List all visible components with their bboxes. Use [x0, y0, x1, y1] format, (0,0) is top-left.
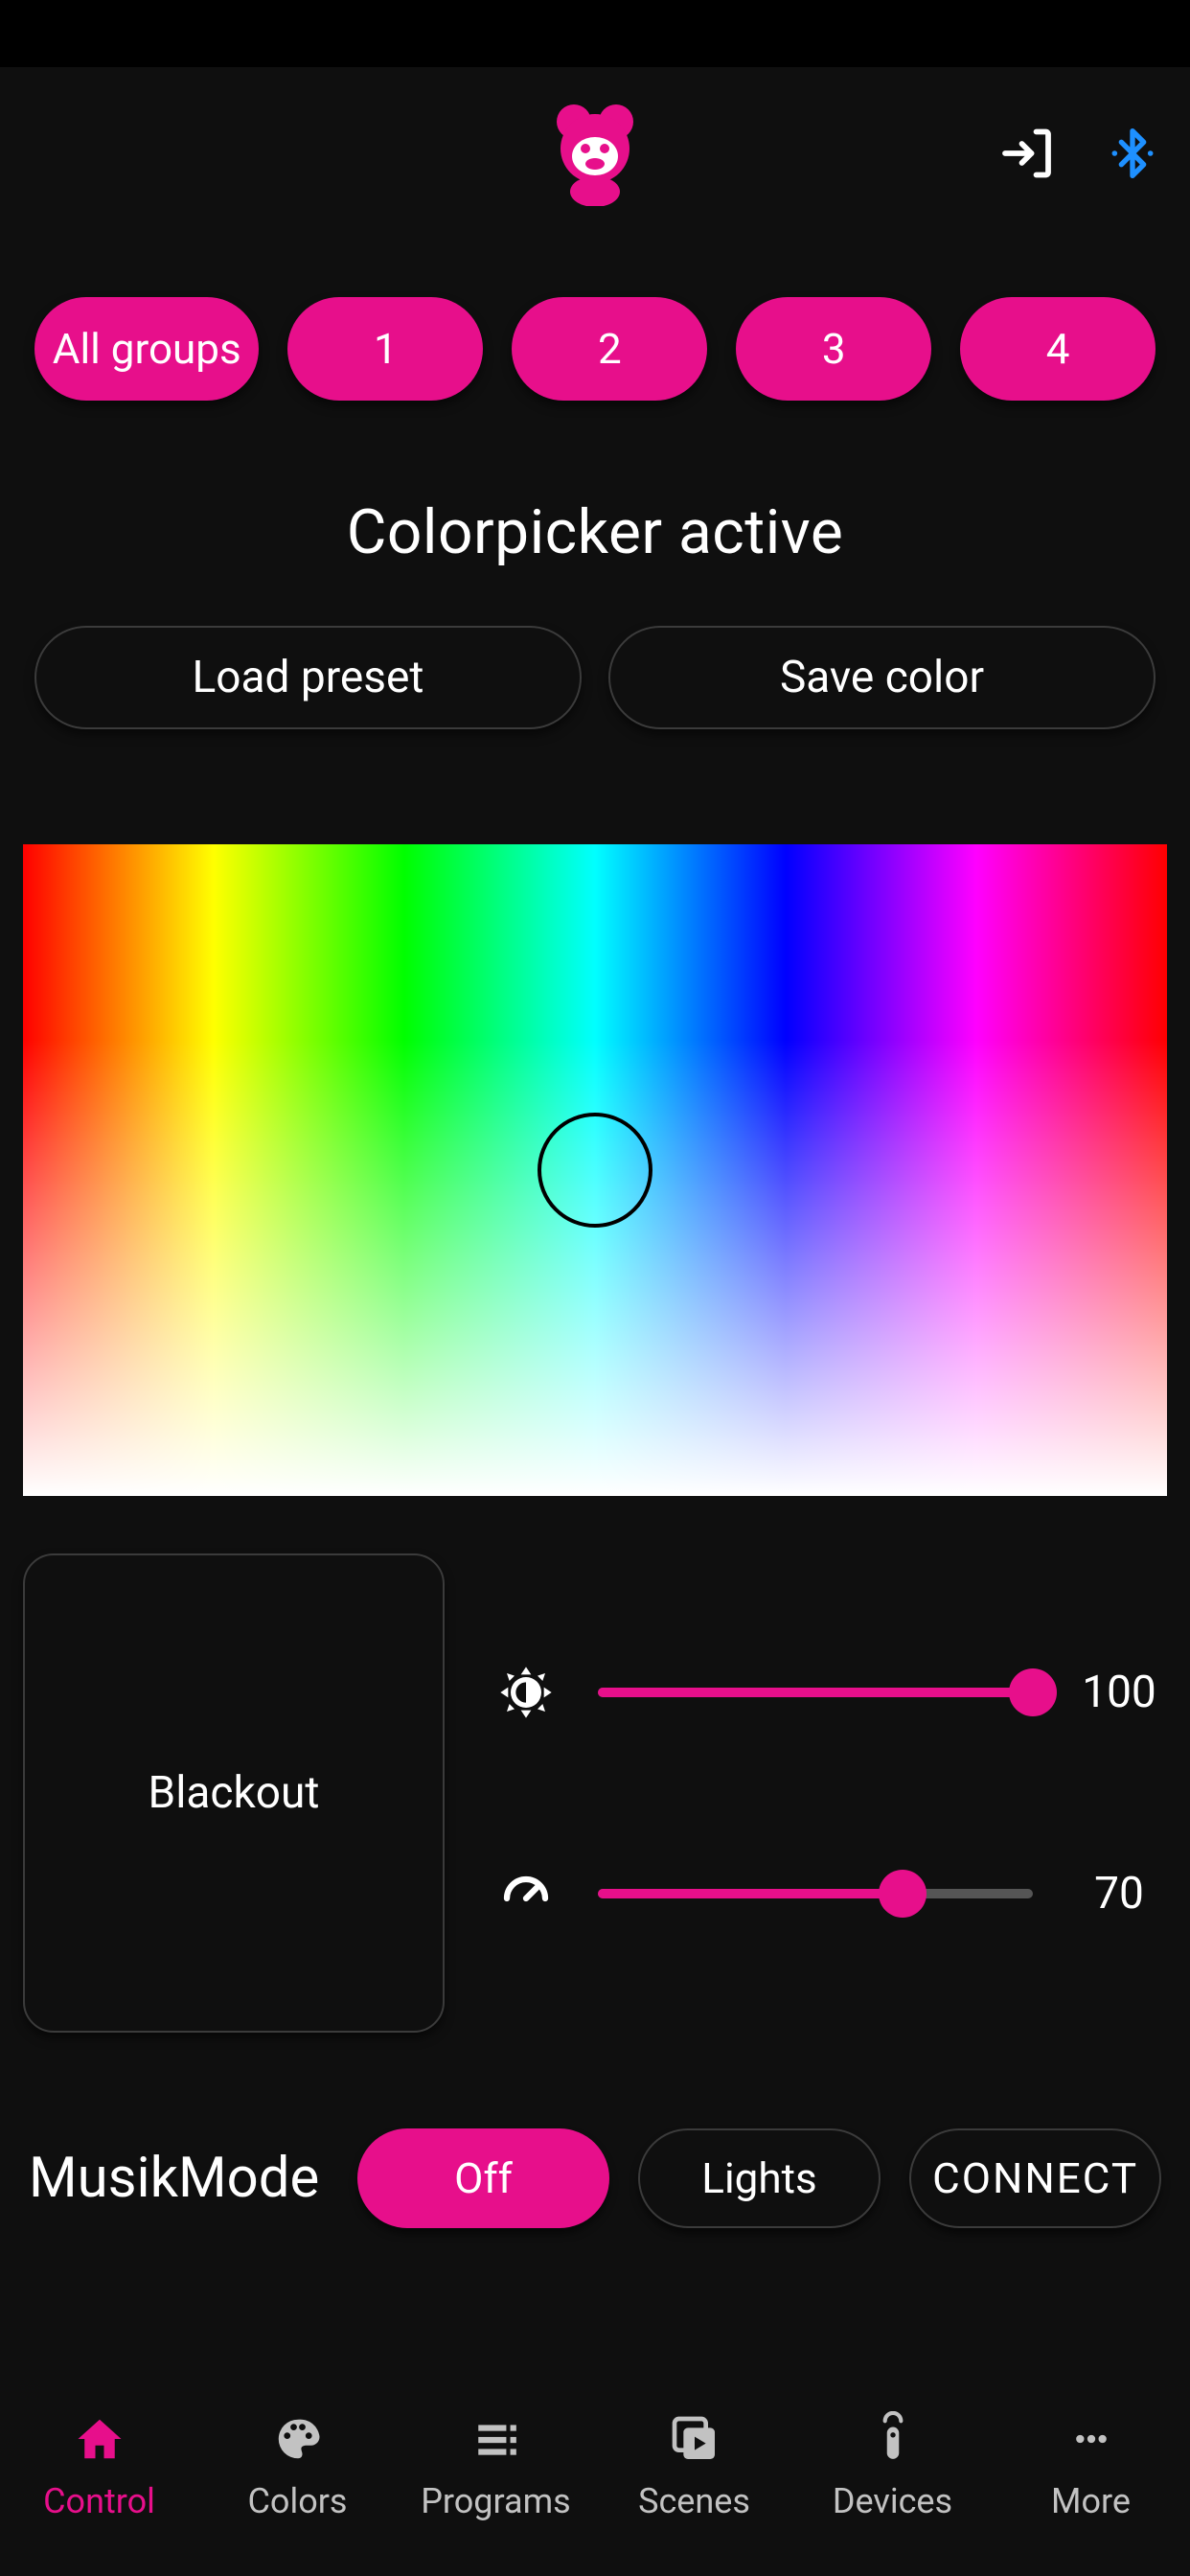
tab-label: Devices — [833, 2481, 952, 2521]
tab-label: Colors — [247, 2481, 347, 2521]
color-picker-cursor[interactable] — [538, 1113, 652, 1228]
speed-slider-row: 70 — [492, 1860, 1167, 1927]
group-label: 1 — [374, 324, 398, 374]
group-label: All groups — [53, 324, 241, 374]
speed-value: 70 — [1071, 1868, 1167, 1920]
tab-more[interactable]: More — [992, 2356, 1190, 2576]
group-label: 4 — [1046, 324, 1070, 374]
list-icon — [463, 2410, 530, 2468]
app-logo-icon — [542, 96, 648, 211]
slider-fill — [598, 1688, 1033, 1697]
brightness-value: 100 — [1071, 1667, 1167, 1718]
status-bar — [0, 0, 1190, 67]
speed-slider[interactable] — [598, 1889, 1033, 1898]
blackout-button[interactable]: Blackout — [23, 1553, 445, 2033]
page-title: Colorpicker active — [0, 429, 1190, 626]
button-label: Load preset — [193, 652, 424, 703]
music-off-button[interactable]: Off — [357, 2128, 609, 2228]
login-icon[interactable] — [1000, 125, 1058, 182]
tab-label: Programs — [421, 2481, 571, 2521]
color-picker[interactable] — [23, 844, 1167, 1496]
slider-fill — [598, 1889, 903, 1898]
tab-colors[interactable]: Colors — [198, 2356, 397, 2576]
bottom-tab-bar: Control Colors Programs Scenes Devices M… — [0, 2356, 1190, 2576]
music-mode-label: MusikMode — [29, 2146, 329, 2211]
button-label: CONNECT — [932, 2153, 1138, 2203]
speed-icon — [492, 1860, 560, 1927]
more-icon — [1058, 2410, 1125, 2468]
tab-programs[interactable]: Programs — [397, 2356, 595, 2576]
music-lights-button[interactable]: Lights — [638, 2128, 881, 2228]
button-label: Off — [454, 2153, 513, 2203]
tab-label: Scenes — [638, 2481, 750, 2521]
group-all[interactable]: All groups — [34, 297, 259, 401]
tab-devices[interactable]: Devices — [793, 2356, 992, 2576]
bluetooth-icon[interactable] — [1104, 125, 1161, 182]
save-color-button[interactable]: Save color — [608, 626, 1156, 729]
remote-icon — [859, 2410, 927, 2468]
brightness-slider[interactable] — [598, 1688, 1033, 1697]
tab-control[interactable]: Control — [0, 2356, 198, 2576]
app-header — [0, 67, 1190, 240]
blackout-label: Blackout — [149, 1767, 320, 1819]
group-4[interactable]: 4 — [960, 297, 1156, 401]
scenes-icon — [661, 2410, 728, 2468]
group-label: 2 — [598, 324, 622, 374]
group-selector: All groups 1 2 3 4 — [0, 240, 1190, 429]
group-3[interactable]: 3 — [736, 297, 931, 401]
music-mode-row: MusikMode Off Lights CONNECT — [0, 2033, 1190, 2228]
tab-label: More — [1051, 2481, 1131, 2521]
brightness-slider-row: 100 — [492, 1659, 1167, 1726]
group-label: 3 — [822, 324, 846, 374]
brightness-icon — [492, 1659, 560, 1726]
home-icon — [66, 2410, 133, 2468]
tab-scenes[interactable]: Scenes — [595, 2356, 793, 2576]
button-label: Lights — [701, 2153, 816, 2203]
load-preset-button[interactable]: Load preset — [34, 626, 582, 729]
group-1[interactable]: 1 — [287, 297, 483, 401]
slider-thumb[interactable] — [1009, 1668, 1057, 1716]
palette-icon — [264, 2410, 332, 2468]
tab-label: Control — [43, 2481, 155, 2521]
group-2[interactable]: 2 — [512, 297, 707, 401]
music-connect-button[interactable]: CONNECT — [909, 2128, 1161, 2228]
button-label: Save color — [780, 652, 984, 703]
slider-thumb[interactable] — [879, 1870, 927, 1918]
